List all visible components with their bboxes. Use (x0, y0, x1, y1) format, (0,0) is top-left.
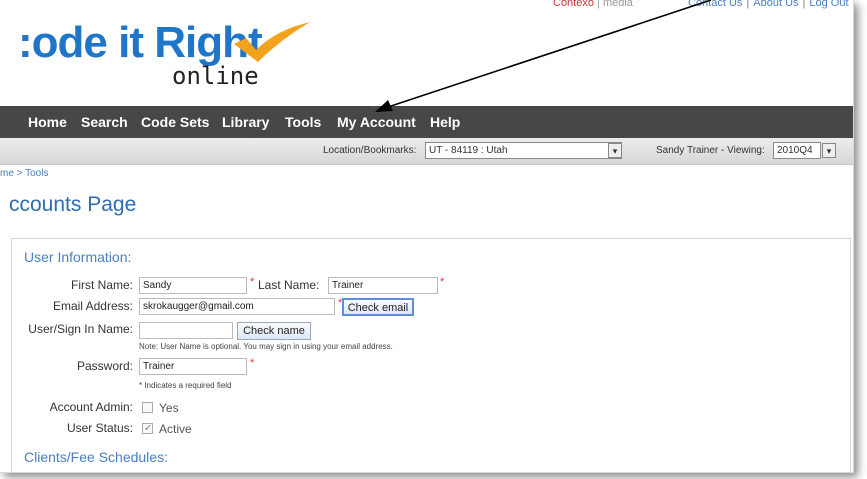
last-name-value: Trainer (332, 280, 364, 291)
top-links: Contact Us | About Us | Log Out (688, 0, 849, 9)
viewing-select-value: 2010Q4 (777, 145, 813, 156)
account-admin-label: Account Admin: (49, 400, 133, 414)
required-asterisk: * (440, 276, 445, 288)
main-nav: Home Search Code Sets Library Tools My A… (0, 106, 853, 138)
first-name-field[interactable]: Sandy (139, 277, 247, 294)
location-bar: Location/Bookmarks: UT - 84119 : Utah ▾ … (0, 138, 853, 165)
logo-text[interactable]: :ode it Right (18, 18, 263, 68)
last-name-field[interactable]: Trainer (328, 277, 438, 294)
nav-item-code-sets[interactable]: Code Sets (141, 106, 209, 138)
user-status-label: User Status: (66, 421, 133, 435)
brand-logo: Contexo | media (553, 0, 633, 9)
account-admin-checkbox[interactable] (142, 402, 153, 413)
check-name-button[interactable]: Check name (237, 322, 311, 340)
user-status-option: Active (159, 422, 192, 436)
username-label: User/Sign In Name: (28, 322, 133, 336)
username-note: Note: User Name is optional. You may sig… (139, 342, 393, 351)
nav-item-library[interactable]: Library (222, 106, 269, 138)
first-name-label: First Name: (70, 278, 133, 292)
location-label: Location/Bookmarks: (323, 145, 417, 156)
username-field[interactable] (139, 322, 233, 339)
last-name-label: Last Name: (258, 278, 320, 292)
nav-item-search[interactable]: Search (81, 106, 128, 138)
checkmark-icon: ✓ (144, 423, 153, 434)
checkmark-logo-icon (234, 22, 310, 62)
breadcrumb[interactable]: me > Tools (0, 168, 48, 179)
viewing-dropdown-icon[interactable]: ▾ (822, 143, 836, 158)
page-title: ccounts Page (9, 193, 137, 216)
location-select[interactable]: UT - 84119 : Utah (425, 142, 622, 159)
about-us-link[interactable]: About Us (753, 0, 798, 9)
screenshot-canvas: :ode it Right online Contexo | media Con… (0, 0, 867, 479)
logo-subtitle: online (172, 62, 259, 90)
log-out-link[interactable]: Log Out (809, 0, 848, 9)
password-label: Password: (76, 359, 133, 373)
password-value: Trainer (143, 361, 175, 372)
clients-heading: Clients/Fee Schedules: (24, 449, 168, 465)
nav-item-tools[interactable]: Tools (285, 106, 321, 138)
password-field[interactable]: Trainer (139, 358, 247, 375)
nav-item-my-account[interactable]: My Account (337, 106, 416, 138)
browser-page: :ode it Right online Contexo | media Con… (0, 0, 854, 473)
nav-item-help[interactable]: Help (430, 106, 460, 138)
check-email-button[interactable]: Check email (342, 298, 414, 316)
contact-us-link[interactable]: Contact Us (688, 0, 742, 9)
email-field[interactable]: skrokaugger@gmail.com (139, 298, 335, 315)
location-select-value: UT - 84119 : Utah (429, 145, 508, 156)
location-dropdown-icon[interactable]: ▾ (608, 143, 622, 158)
email-label: Email Address: (52, 299, 133, 313)
account-admin-option: Yes (159, 401, 179, 415)
brand-name: Contexo (553, 0, 594, 9)
user-viewing-label: Sandy Trainer - Viewing: (656, 145, 765, 156)
required-asterisk: * (250, 276, 255, 288)
user-status-checkbox[interactable]: ✓ (142, 423, 153, 434)
required-asterisk: * (250, 357, 255, 369)
user-info-heading: User Information: (24, 249, 132, 265)
user-info-panel: User Information: First Name: Sandy * La… (11, 238, 851, 472)
email-value: skrokaugger@gmail.com (143, 301, 254, 312)
nav-item-home[interactable]: Home (28, 106, 67, 138)
required-field-note: * Indicates a required field (139, 381, 232, 390)
first-name-value: Sandy (143, 280, 172, 291)
viewing-select[interactable]: 2010Q4 (773, 142, 821, 159)
brand-suffix: media (602, 0, 633, 9)
